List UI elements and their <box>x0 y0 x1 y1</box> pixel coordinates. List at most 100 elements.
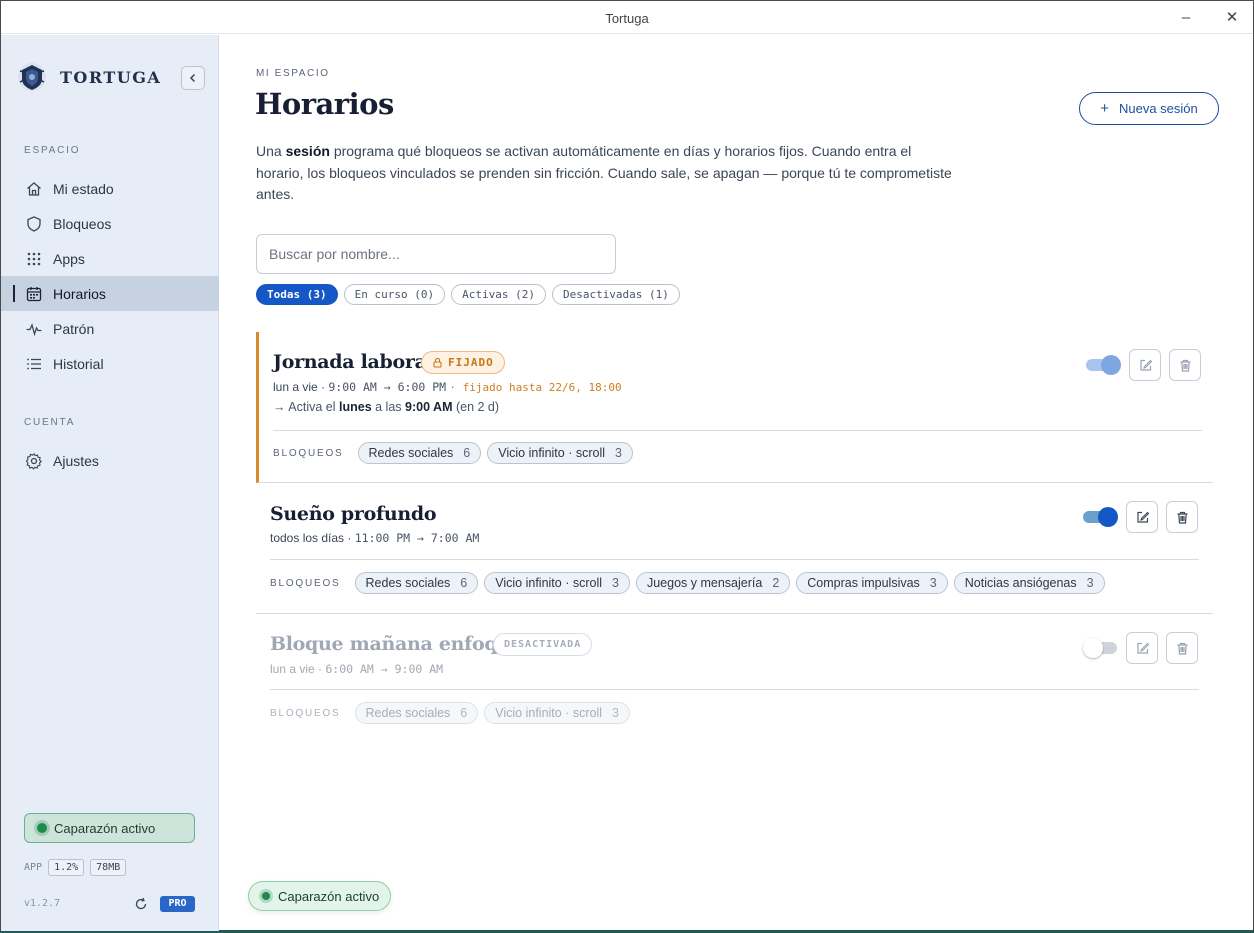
sidebar-item-mi-estado[interactable]: Mi estado <box>1 171 219 206</box>
filter-disabled[interactable]: Desactivadas (1) <box>551 284 680 305</box>
fixed-badge: FIJADO <box>421 351 505 374</box>
delete-button[interactable] <box>1169 349 1201 381</box>
block-chip[interactable]: Redes sociales 6 <box>354 572 479 594</box>
plan-badge: PRO <box>160 896 195 912</box>
block-chip[interactable]: Noticias ansiógenas 3 <box>953 572 1105 594</box>
session-days: lun a vie <box>270 662 315 676</box>
edit-icon <box>1139 359 1152 371</box>
sidebar-item-bloqueos[interactable]: Bloqueos <box>1 206 219 241</box>
sidebar-item-historial[interactable]: Historial <box>1 346 219 381</box>
session-name: Sueño profundo <box>270 503 437 525</box>
session-days: todos los días <box>270 531 345 545</box>
brand[interactable]: TORTUGA <box>17 61 161 93</box>
app-label: APP <box>24 862 43 873</box>
sidebar-item-label: Horarios <box>53 285 106 302</box>
block-chip[interactable]: Vicio infinito · scroll 3 <box>484 702 630 724</box>
session-blocks: BLOQUEOS Redes sociales 6 Vicio infinito … <box>270 702 636 724</box>
edit-button[interactable] <box>1126 632 1158 664</box>
session-card: Sueño profundo todos los días · 11:00 PM… <box>256 484 1213 614</box>
section-label-account: CUENTA <box>24 417 76 428</box>
session-days: lun a vie <box>273 380 318 394</box>
sidebar-item-label: Apps <box>53 250 85 267</box>
session-name: Bloque mañana enfoque <box>270 633 523 655</box>
session-time: 6:00 AM → 9:00 AM <box>325 662 444 676</box>
new-session-button[interactable]: + Nueva sesión <box>1079 92 1219 125</box>
delete-button[interactable] <box>1166 501 1198 533</box>
session-schedule: lun a vie · 9:00 AM → 6:00 PM · fijado h… <box>273 380 622 394</box>
home-icon <box>27 181 41 196</box>
session-schedule: todos los días · 11:00 PM → 7:00 AM <box>270 531 480 545</box>
status-dot-icon <box>262 892 270 900</box>
block-chip[interactable]: Vicio infinito · scroll 3 <box>484 572 630 594</box>
filter-in-progress[interactable]: En curso (0) <box>343 284 446 305</box>
block-chip[interactable]: Vicio infinito · scroll 3 <box>487 442 633 464</box>
shell-status-text: Caparazón activo <box>54 820 156 836</box>
plus-icon: + <box>1100 100 1109 117</box>
session-schedule: lun a vie · 6:00 AM → 9:00 AM <box>270 662 444 676</box>
intro-text: Una sesión programa qué bloqueos se acti… <box>256 143 952 202</box>
divider <box>270 689 1199 690</box>
chevron-left-icon <box>189 73 196 83</box>
session-toggle[interactable] <box>1083 506 1119 528</box>
edit-icon <box>1136 642 1149 654</box>
collapse-sidebar-button[interactable] <box>181 66 205 90</box>
filter-active[interactable]: Activas (2) <box>451 284 546 305</box>
edit-button[interactable] <box>1129 349 1161 381</box>
trash-icon <box>1177 511 1187 524</box>
status-dot-icon <box>37 823 47 833</box>
close-button[interactable]: ✕ <box>1219 7 1245 29</box>
session-blocks: BLOQUEOS Redes sociales 6 Vicio infinito … <box>270 572 1111 594</box>
block-chip[interactable]: Redes sociales 6 <box>357 442 482 464</box>
block-chip[interactable]: Redes sociales 6 <box>354 702 479 724</box>
edit-icon <box>1136 511 1149 523</box>
session-time: 9:00 AM → 6:00 PM <box>328 380 447 394</box>
session-card: Jornada laboral FIJADO lun a vie · 9:00 … <box>256 332 1213 483</box>
sidebar-item-label: Historial <box>53 355 104 372</box>
trash-icon <box>1180 359 1190 372</box>
shield-icon <box>27 215 41 232</box>
block-chip[interactable]: Juegos y mensajería 2 <box>635 572 791 594</box>
session-card: Bloque mañana enfoque DESACTIVADA lun a … <box>256 615 1213 735</box>
session-blocks: BLOQUEOS Redes sociales 6 Vicio infinito … <box>273 442 639 464</box>
sidebar-item-label: Mi estado <box>53 180 114 197</box>
main-content: MI ESPACIO Horarios + Nueva sesión Una s… <box>220 35 1253 931</box>
trash-icon <box>1177 642 1187 655</box>
app-version: v1.2.7 <box>24 898 61 909</box>
block-chip[interactable]: Compras impulsivas 3 <box>796 572 948 594</box>
calendar-icon <box>26 286 42 301</box>
next-activation: → Activa el lunes a las 9:00 AM (en 2 d) <box>273 400 500 414</box>
sidebar-item-ajustes[interactable]: Ajustes <box>1 443 219 478</box>
sidebar-item-apps[interactable]: Apps <box>1 241 219 276</box>
shell-status-toast: Caparazón activo <box>248 881 391 911</box>
sidebar-item-patron[interactable]: Patrón <box>1 311 219 346</box>
cpu-usage: 1.2% <box>48 859 85 876</box>
sidebar-item-label: Bloqueos <box>53 215 112 232</box>
shell-status-badge: Caparazón activo <box>24 813 195 843</box>
memory-usage: 78MB <box>90 859 127 876</box>
filter-all[interactable]: Todas (3) <box>256 284 338 305</box>
delete-button[interactable] <box>1166 632 1198 664</box>
refresh-icon[interactable] <box>133 896 149 912</box>
search-input[interactable] <box>256 234 616 274</box>
minimize-button[interactable]: – <box>1173 7 1199 29</box>
sidebar-item-horarios[interactable]: Horarios <box>1 276 219 311</box>
filter-tabs: Todas (3) En curso (0) Activas (2) Desac… <box>256 284 686 305</box>
page-title: Horarios <box>255 87 394 121</box>
title-bar: Tortuga – ✕ <box>1 1 1253 34</box>
session-toggle[interactable] <box>1086 354 1122 376</box>
app-window: Tortuga – ✕ TORTUGA ESPACIO Mi estado Bl… <box>0 0 1254 933</box>
brand-name: TORTUGA <box>60 67 162 87</box>
edit-button[interactable] <box>1126 501 1158 533</box>
app-stats: APP 1.2% 78MB <box>24 859 127 876</box>
blocks-label: BLOQUEOS <box>270 707 341 719</box>
sidebar: TORTUGA ESPACIO Mi estado Bloqueos Apps … <box>1 35 219 931</box>
lock-icon <box>433 357 442 368</box>
sidebar-item-label: Patrón <box>53 320 95 337</box>
grid-icon <box>27 252 41 265</box>
blocks-label: BLOQUEOS <box>270 577 341 589</box>
section-label-space: ESPACIO <box>24 145 81 156</box>
fixed-until: fijado hasta 22/6, 18:00 <box>462 381 622 394</box>
turtle-logo-icon <box>18 63 46 91</box>
sidebar-item-label: Ajustes <box>53 452 99 469</box>
session-toggle[interactable] <box>1083 637 1119 659</box>
